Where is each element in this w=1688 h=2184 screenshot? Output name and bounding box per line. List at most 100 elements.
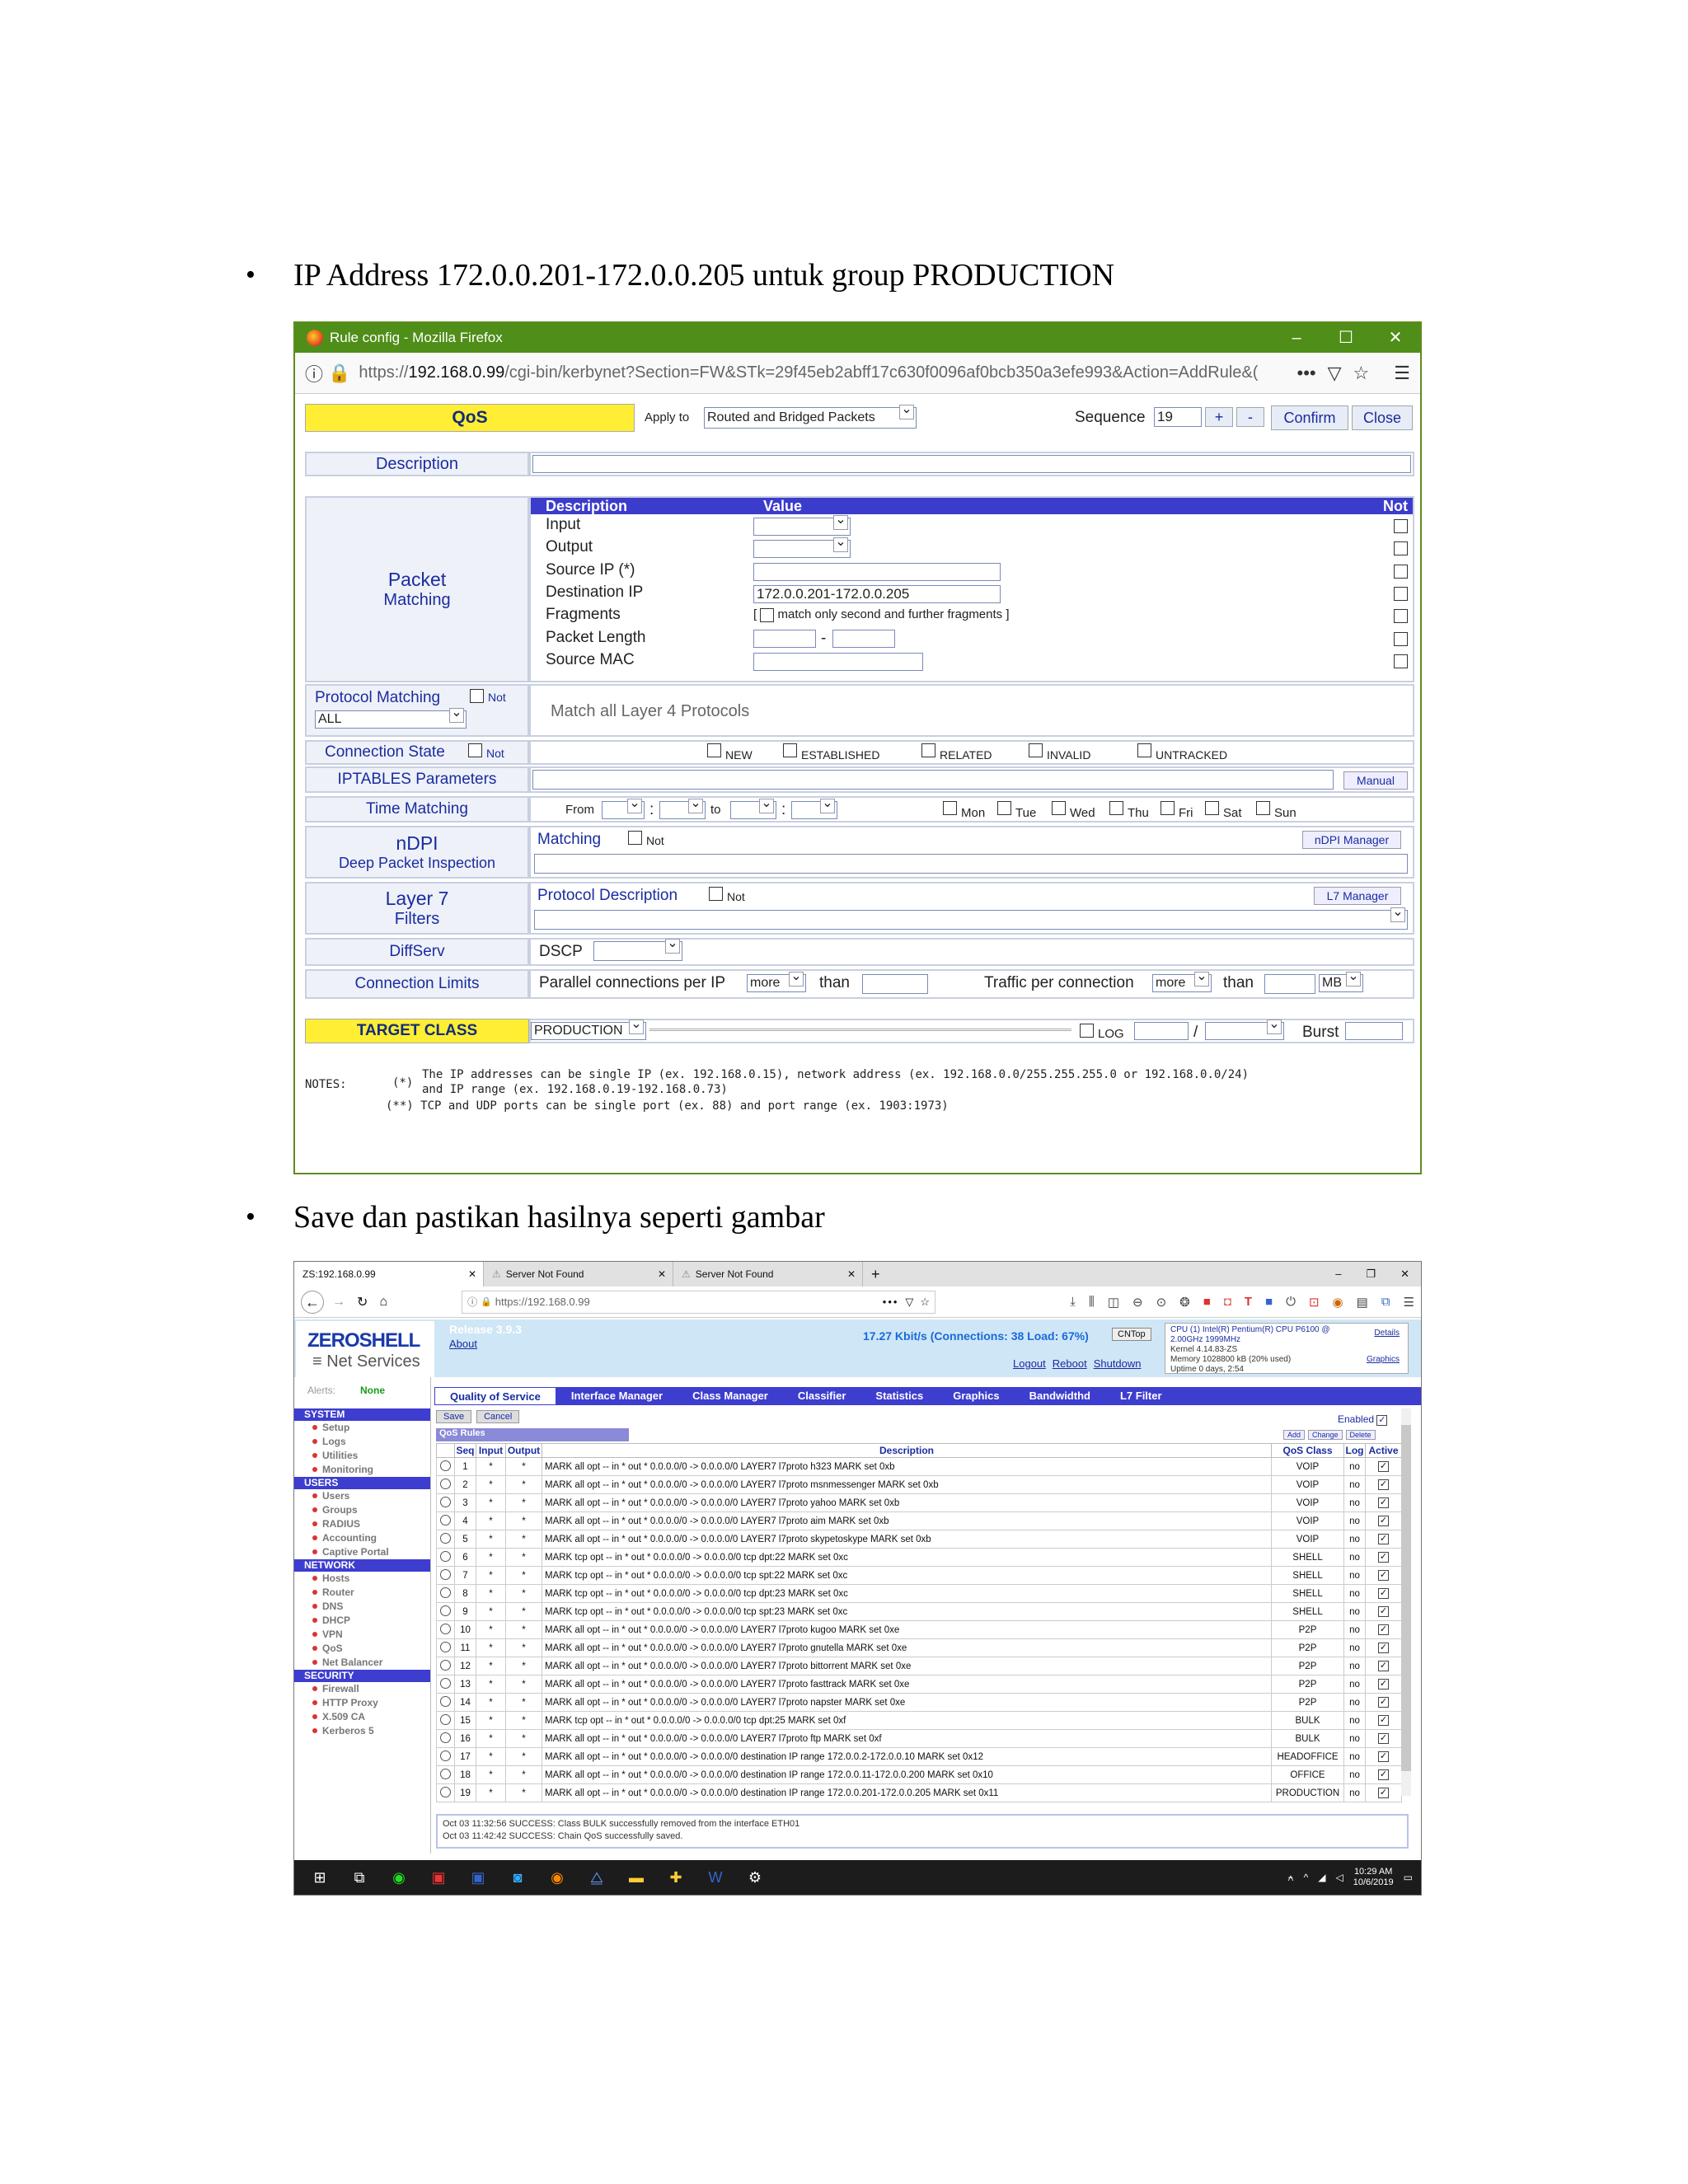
table-row[interactable]: 18 * * MARK all opt -- in * out * 0.0.0.0/0…: [436, 1765, 1402, 1784]
sidebar-icon[interactable]: ◫: [1108, 1295, 1119, 1310]
sidebar-item[interactable]: DNS: [294, 1600, 430, 1614]
new-tab-icon[interactable]: +: [863, 1266, 889, 1283]
settings-icon[interactable]: ⚙: [741, 1865, 769, 1890]
sequence-input[interactable]: 19: [1154, 407, 1202, 427]
cntop-button[interactable]: CNTop: [1112, 1328, 1151, 1341]
whatsapp-icon[interactable]: ◉: [385, 1865, 413, 1890]
address-bar[interactable]: ⓘ 🔒 https://192.168.0.99 ••• ▽ ☆: [462, 1290, 936, 1314]
table-row[interactable]: 19 * * MARK all opt -- in * out * 0.0.0.0/0…: [436, 1783, 1402, 1802]
app-icon[interactable]: ▣: [464, 1865, 492, 1890]
table-row[interactable]: 10 * * MARK all opt -- in * out * 0.0.0.0/0…: [436, 1620, 1402, 1639]
source-mac-input[interactable]: [753, 653, 923, 671]
pm-not-checkbox[interactable]: [1394, 609, 1408, 624]
active-checkbox[interactable]: ✓: [1378, 1588, 1389, 1599]
l7-select[interactable]: [534, 907, 1408, 930]
pm-not-checkbox[interactable]: [1394, 586, 1408, 601]
active-checkbox[interactable]: ✓: [1378, 1788, 1389, 1798]
extension-icon[interactable]: ▤: [1357, 1295, 1368, 1310]
maximize-icon[interactable]: ☐: [1321, 323, 1371, 353]
row-radio[interactable]: [440, 1568, 451, 1580]
cancel-button[interactable]: Cancel: [476, 1410, 520, 1423]
network-app-icon[interactable]: ⧋: [583, 1865, 611, 1890]
log-unit-select[interactable]: [1205, 1019, 1284, 1040]
sidebar-item[interactable]: QoS: [294, 1642, 430, 1656]
close-icon[interactable]: ✕: [1400, 1268, 1409, 1281]
pm-not-checkbox[interactable]: [1394, 631, 1408, 646]
tray-expand-icon[interactable]: ^: [1304, 1872, 1309, 1883]
change-button[interactable]: Change: [1308, 1430, 1343, 1440]
log-rate-input[interactable]: [1134, 1022, 1189, 1040]
info-icon[interactable]: ⓘ: [305, 360, 323, 387]
sequence-minus-button[interactable]: -: [1236, 407, 1264, 427]
apply-to-select[interactable]: Routed and Bridged Packets: [704, 405, 917, 429]
extension-icon[interactable]: ■: [1265, 1295, 1273, 1310]
confirm-button[interactable]: Confirm: [1271, 405, 1348, 430]
graphics-link[interactable]: Graphics: [1367, 1355, 1400, 1365]
table-row[interactable]: 11 * * MARK all opt -- in * out * 0.0.0.0/0…: [436, 1638, 1402, 1657]
row-radio[interactable]: [440, 1786, 451, 1797]
extension-icon[interactable]: T: [1245, 1295, 1252, 1310]
shutdown-link[interactable]: Shutdown: [1094, 1357, 1142, 1370]
table-row[interactable]: 7 * * MARK tcp opt -- in * out * 0.0.0.0/0 …: [436, 1566, 1402, 1585]
row-radio[interactable]: [440, 1677, 451, 1689]
scrollbar[interactable]: [1401, 1408, 1411, 1796]
day-checkbox[interactable]: [1052, 801, 1066, 815]
star-icon[interactable]: ☆: [1353, 363, 1370, 384]
sidebar-item[interactable]: Captive Portal: [294, 1545, 430, 1559]
active-checkbox[interactable]: ✓: [1378, 1679, 1389, 1690]
traffic-more-select[interactable]: more: [1152, 972, 1212, 992]
sidebar-item[interactable]: Logs: [294, 1435, 430, 1449]
table-row[interactable]: 3 * * MARK all opt -- in * out * 0.0.0.0/0 …: [436, 1493, 1402, 1512]
pocket-icon[interactable]: ▽: [1328, 363, 1342, 384]
packet-length-min[interactable]: [753, 630, 816, 648]
tab-server-not-found-1[interactable]: ⚠ Server Not Found ✕: [484, 1262, 673, 1286]
extension-icon[interactable]: ⊡: [1309, 1295, 1320, 1310]
active-checkbox[interactable]: ✓: [1378, 1497, 1389, 1508]
burst-input[interactable]: [1345, 1022, 1403, 1040]
table-row[interactable]: 17 * * MARK all opt -- in * out * 0.0.0.0/0…: [436, 1747, 1402, 1766]
sidebar-item[interactable]: DHCP: [294, 1614, 430, 1628]
about-link[interactable]: About: [449, 1338, 477, 1350]
table-row[interactable]: 8 * * MARK tcp opt -- in * out * 0.0.0.0/0 …: [436, 1584, 1402, 1603]
download-icon[interactable]: ⤓: [1070, 1295, 1076, 1310]
tab-zeroshell[interactable]: ZS:192.168.0.99 ✕: [294, 1262, 484, 1286]
row-radio[interactable]: [440, 1732, 451, 1743]
firefox-icon[interactable]: ◉: [543, 1865, 571, 1890]
pm-not-checkbox[interactable]: [1394, 519, 1408, 533]
sidebar-item[interactable]: Firewall: [294, 1682, 430, 1696]
from-hour-select[interactable]: [602, 799, 645, 819]
day-checkbox[interactable]: [1205, 801, 1219, 815]
minimize-icon[interactable]: –: [1335, 1268, 1341, 1281]
add-button[interactable]: Add: [1283, 1430, 1306, 1440]
sidebar-item[interactable]: RADIUS: [294, 1517, 430, 1531]
table-row[interactable]: 1 * * MARK all opt -- in * out * 0.0.0.0/0 …: [436, 1457, 1402, 1476]
extension-icon[interactable]: ◉: [1333, 1295, 1343, 1310]
home-icon[interactable]: ⌂: [379, 1295, 387, 1310]
extension-icon[interactable]: ⧉: [1381, 1295, 1390, 1310]
target-class-select[interactable]: PRODUCTION: [531, 1019, 646, 1040]
traffic-input[interactable]: [1264, 974, 1315, 994]
active-checkbox[interactable]: ✓: [1378, 1643, 1389, 1653]
row-radio[interactable]: [440, 1713, 451, 1725]
address-bar[interactable]: ⓘ 🔒 https://192.168.0.99/cgi-bin/kerbyne…: [295, 353, 1420, 394]
messenger-icon[interactable]: ◙: [504, 1865, 532, 1890]
active-checkbox[interactable]: ✓: [1378, 1715, 1389, 1726]
conn-state-not-checkbox[interactable]: [468, 743, 482, 757]
ndpi-manager-button[interactable]: nDPI Manager: [1302, 831, 1401, 849]
main-tab[interactable]: Interface Manager: [556, 1387, 678, 1405]
file-explorer-icon[interactable]: ▬: [622, 1865, 650, 1890]
word-icon[interactable]: W: [701, 1865, 729, 1890]
active-checkbox[interactable]: ✓: [1378, 1570, 1389, 1581]
sidebar-item[interactable]: Router: [294, 1586, 430, 1600]
sidebar-item[interactable]: Hosts: [294, 1572, 430, 1586]
to-hour-select[interactable]: [730, 799, 776, 819]
active-checkbox[interactable]: ✓: [1378, 1479, 1389, 1490]
table-row[interactable]: 15 * * MARK tcp opt -- in * out * 0.0.0.0/0…: [436, 1711, 1402, 1730]
extension-icon[interactable]: ❂: [1179, 1295, 1190, 1310]
ndpi-not-checkbox[interactable]: [628, 831, 642, 845]
app-icon[interactable]: ✚: [662, 1865, 690, 1890]
active-checkbox[interactable]: ✓: [1378, 1751, 1389, 1762]
active-checkbox[interactable]: ✓: [1378, 1552, 1389, 1563]
pm-not-checkbox[interactable]: [1394, 541, 1408, 556]
day-checkbox[interactable]: [1256, 801, 1270, 815]
